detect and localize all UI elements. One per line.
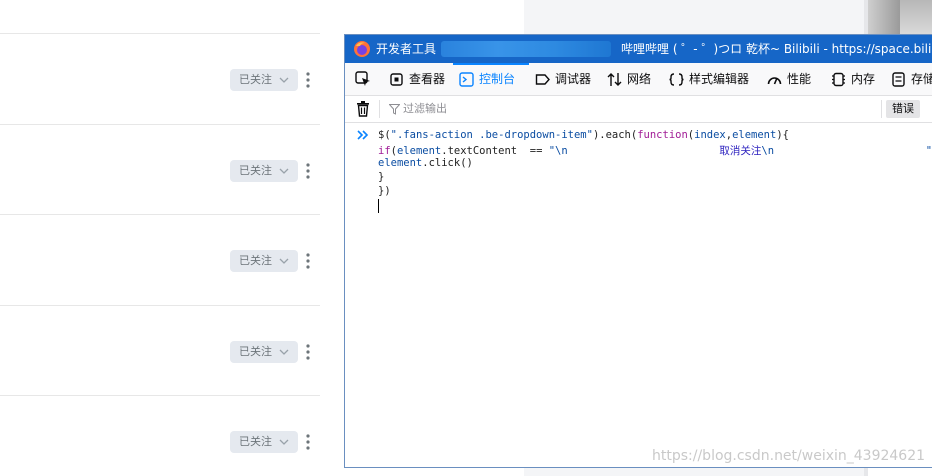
- follow-status-label: 已关注: [239, 254, 272, 267]
- code-token: ".fans-action .be-dropdown-item": [390, 129, 593, 141]
- devtools-window: 开发者工具 哔哩哔哩 ( ゜- ゜)つロ 乾杯~ Bilibili - http…: [344, 34, 932, 468]
- inspector-icon: [390, 73, 403, 86]
- more-options-icon[interactable]: [302, 432, 314, 452]
- redacted-area: [441, 41, 611, 57]
- more-options-icon[interactable]: [302, 70, 314, 90]
- code-token: function: [637, 129, 688, 141]
- code-token: "\n: [548, 145, 720, 157]
- console-code-line: $(".fans-action .be-dropdown-item").each…: [378, 129, 789, 141]
- page-title: 哔哩哔哩 ( ゜- ゜)つロ 乾杯~ Bilibili - https://sp…: [621, 42, 932, 56]
- tab-label: 查看器: [409, 72, 446, 86]
- code-token: }): [378, 185, 391, 197]
- chevron-down-icon: [279, 439, 289, 445]
- style-editor-icon: [669, 73, 684, 86]
- code-token: element: [396, 145, 442, 157]
- code-token: .click(): [422, 157, 473, 169]
- row-divider: [0, 124, 320, 125]
- storage-icon: [892, 72, 905, 87]
- code-token: \n ": [761, 145, 932, 157]
- chevron-down-icon: [279, 349, 289, 355]
- code-token: if: [378, 145, 391, 157]
- debugger-icon: [535, 74, 550, 85]
- devtools-title: 开发者工具: [376, 42, 437, 56]
- network-icon: [607, 73, 622, 86]
- follow-status-label: 已关注: [239, 345, 272, 358]
- memory-icon: [832, 72, 845, 87]
- tab-label: 调试器: [555, 72, 592, 86]
- tab-label: 样式编辑器: [689, 72, 750, 86]
- console-filter-input[interactable]: 过滤输出: [403, 96, 447, 122]
- console-code-line: }: [378, 171, 384, 183]
- more-options-icon[interactable]: [302, 342, 314, 362]
- follow-status-label: 已关注: [239, 435, 272, 448]
- console-prompt-icon: [357, 130, 369, 140]
- follow-status-button[interactable]: 已关注: [230, 250, 298, 272]
- console-code-line: if(element.textContent == "\n 取消关注\n "){: [378, 143, 932, 158]
- trash-icon[interactable]: [356, 101, 370, 117]
- code-token: element: [732, 129, 777, 141]
- follow-status-button[interactable]: 已关注: [230, 341, 298, 363]
- filter-pill-error[interactable]: 错误: [886, 100, 920, 118]
- code-token: index: [694, 129, 726, 141]
- code-token: }: [378, 171, 385, 183]
- filter-separator: [379, 100, 380, 118]
- code-token: .textContent ==: [441, 145, 549, 157]
- more-options-icon[interactable]: [302, 161, 314, 181]
- text-cursor: [378, 199, 379, 213]
- console-code-line: }): [378, 185, 391, 197]
- tab-label: 内存: [851, 72, 876, 86]
- code-token: element: [378, 157, 423, 169]
- chevron-down-icon: [279, 168, 289, 174]
- console-code-line: element.click(): [378, 157, 473, 169]
- tab-label: 性能: [787, 72, 812, 86]
- devtools-titlebar[interactable]: 开发者工具 哔哩哔哩 ( ゜- ゜)つロ 乾杯~ Bilibili - http…: [345, 35, 932, 63]
- follow-status-button[interactable]: 已关注: [230, 69, 298, 91]
- follow-status-label: 已关注: [239, 164, 272, 177]
- watermark: https://blog.csdn.net/weixin_43924621: [652, 448, 926, 464]
- console-filter-bar: 过滤输出 错误: [345, 96, 932, 123]
- code-token: $(: [378, 129, 391, 141]
- chevron-down-icon: [279, 258, 289, 264]
- devtools-toolbar: 查看器 控制台 调试器 网络 样式编辑器 性能 内存 存储: [345, 63, 932, 96]
- tab-label: 网络: [627, 72, 652, 86]
- chevron-down-icon: [279, 77, 289, 83]
- filter-separator: [881, 100, 882, 118]
- console-icon: [459, 72, 474, 87]
- console-output[interactable]: $(".fans-action .be-dropdown-item").each…: [345, 123, 932, 467]
- pick-element-button[interactable]: [353, 63, 377, 95]
- follow-status-button[interactable]: 已关注: [230, 160, 298, 182]
- filter-icon: [389, 104, 400, 115]
- firefox-icon: [354, 41, 370, 57]
- row-divider: [0, 33, 320, 34]
- code-token: ).each(: [592, 129, 638, 141]
- row-divider: [0, 395, 320, 396]
- tab-label: 控制台: [479, 72, 516, 86]
- row-divider: [0, 214, 320, 215]
- code-token: 取消关注: [719, 145, 762, 157]
- follow-status-label: 已关注: [239, 73, 272, 86]
- follow-status-button[interactable]: 已关注: [230, 431, 298, 453]
- tab-label: 存储: [911, 72, 932, 86]
- row-divider: [0, 305, 320, 306]
- code-token: ){: [776, 129, 789, 141]
- more-options-icon[interactable]: [302, 251, 314, 271]
- pick-element-icon: [355, 71, 370, 86]
- performance-icon: [767, 77, 782, 85]
